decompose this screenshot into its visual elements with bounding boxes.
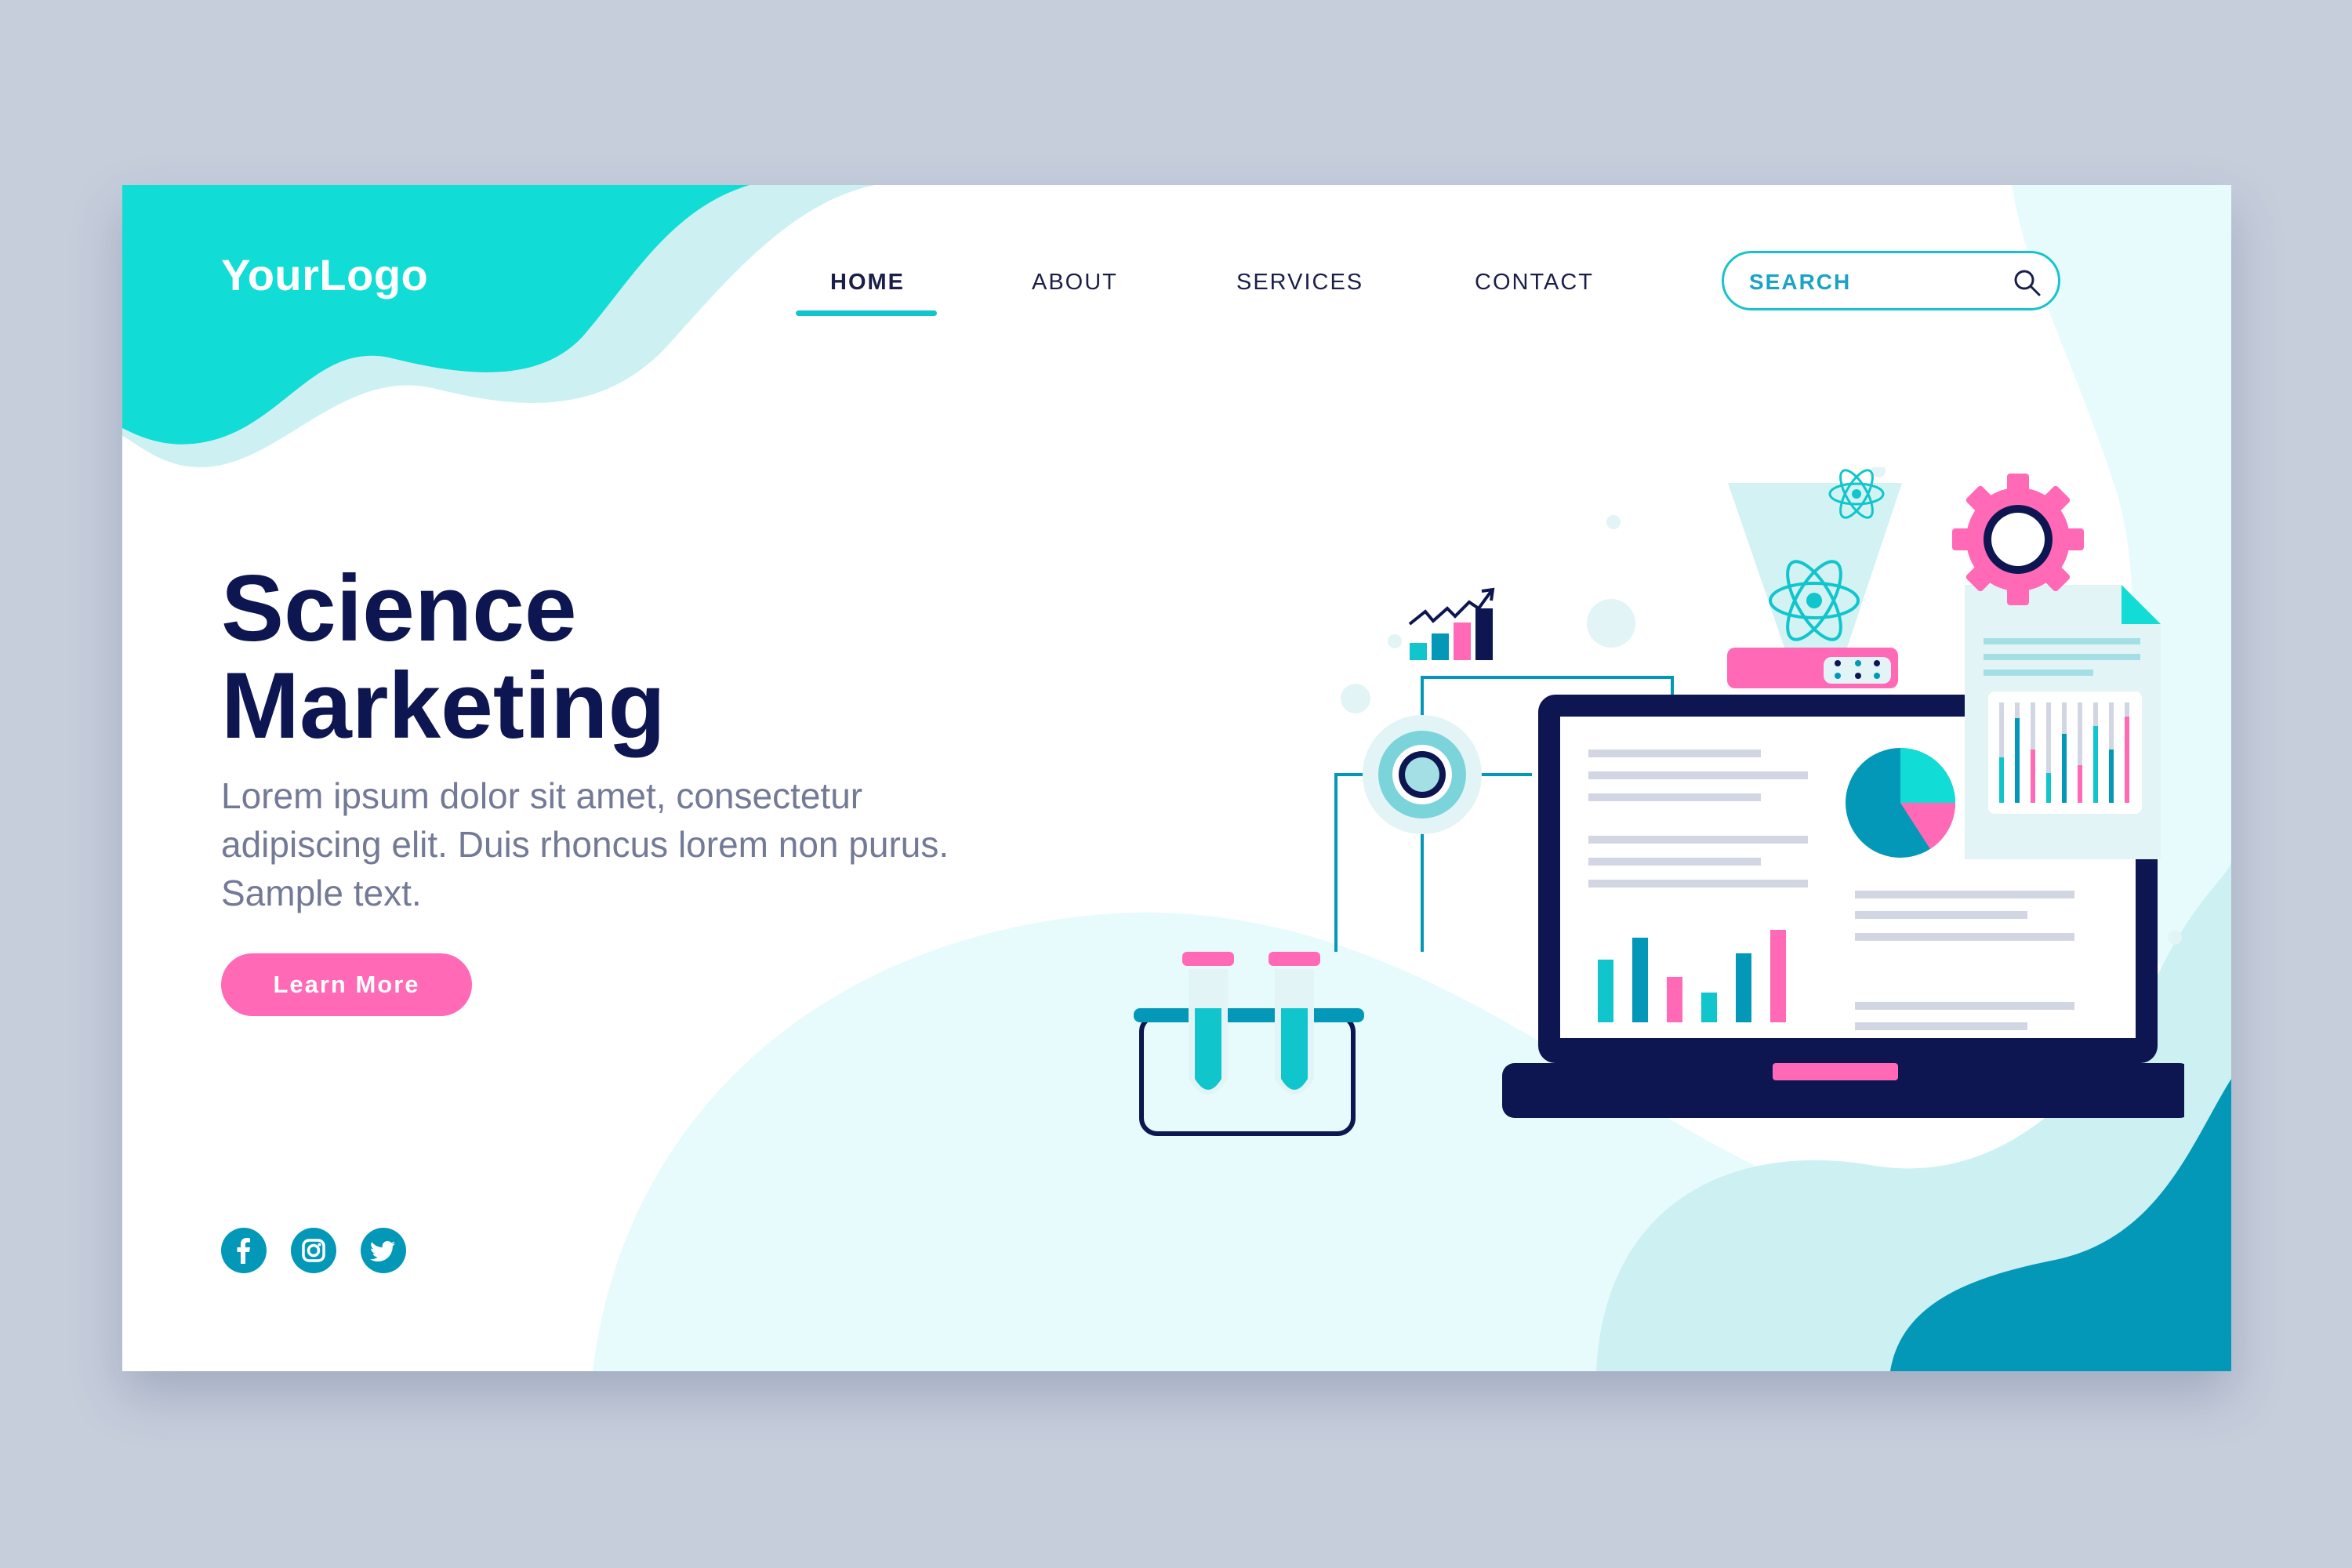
report-document (1965, 585, 2161, 859)
instagram-icon[interactable] (291, 1228, 336, 1273)
nav-item-services[interactable]: SERVICES (1236, 270, 1363, 296)
nav-item-contact[interactable]: CONTACT (1475, 270, 1594, 296)
search-input[interactable] (1748, 264, 2009, 300)
landing-page: YourLogo HOME ABOUT SERVICES CONTACT Sci… (122, 185, 2231, 1371)
hero-title: Science Marketing (221, 560, 927, 754)
nav-active-indicator (796, 310, 937, 316)
growth-chart-icon (1408, 587, 1495, 660)
science-illustration (1134, 467, 2184, 1136)
nav-item-about[interactable]: ABOUT (1032, 270, 1118, 296)
hero-title-line1: Science (221, 556, 577, 661)
facebook-icon[interactable] (221, 1228, 267, 1273)
test-tubes (1134, 952, 1364, 1136)
gear-icon (1363, 715, 1482, 834)
search-box (1722, 251, 2060, 310)
hero-description: Lorem ipsum dolor sit amet, consectetur … (221, 775, 949, 913)
nav-item-home[interactable]: HOME (830, 270, 905, 296)
search-icon[interactable] (2010, 266, 2045, 300)
atom-projector (1727, 469, 1902, 688)
twitter-icon[interactable] (361, 1228, 406, 1273)
learn-more-button[interactable]: Learn More (221, 953, 472, 1016)
hero-title-line2: Marketing (221, 653, 666, 758)
